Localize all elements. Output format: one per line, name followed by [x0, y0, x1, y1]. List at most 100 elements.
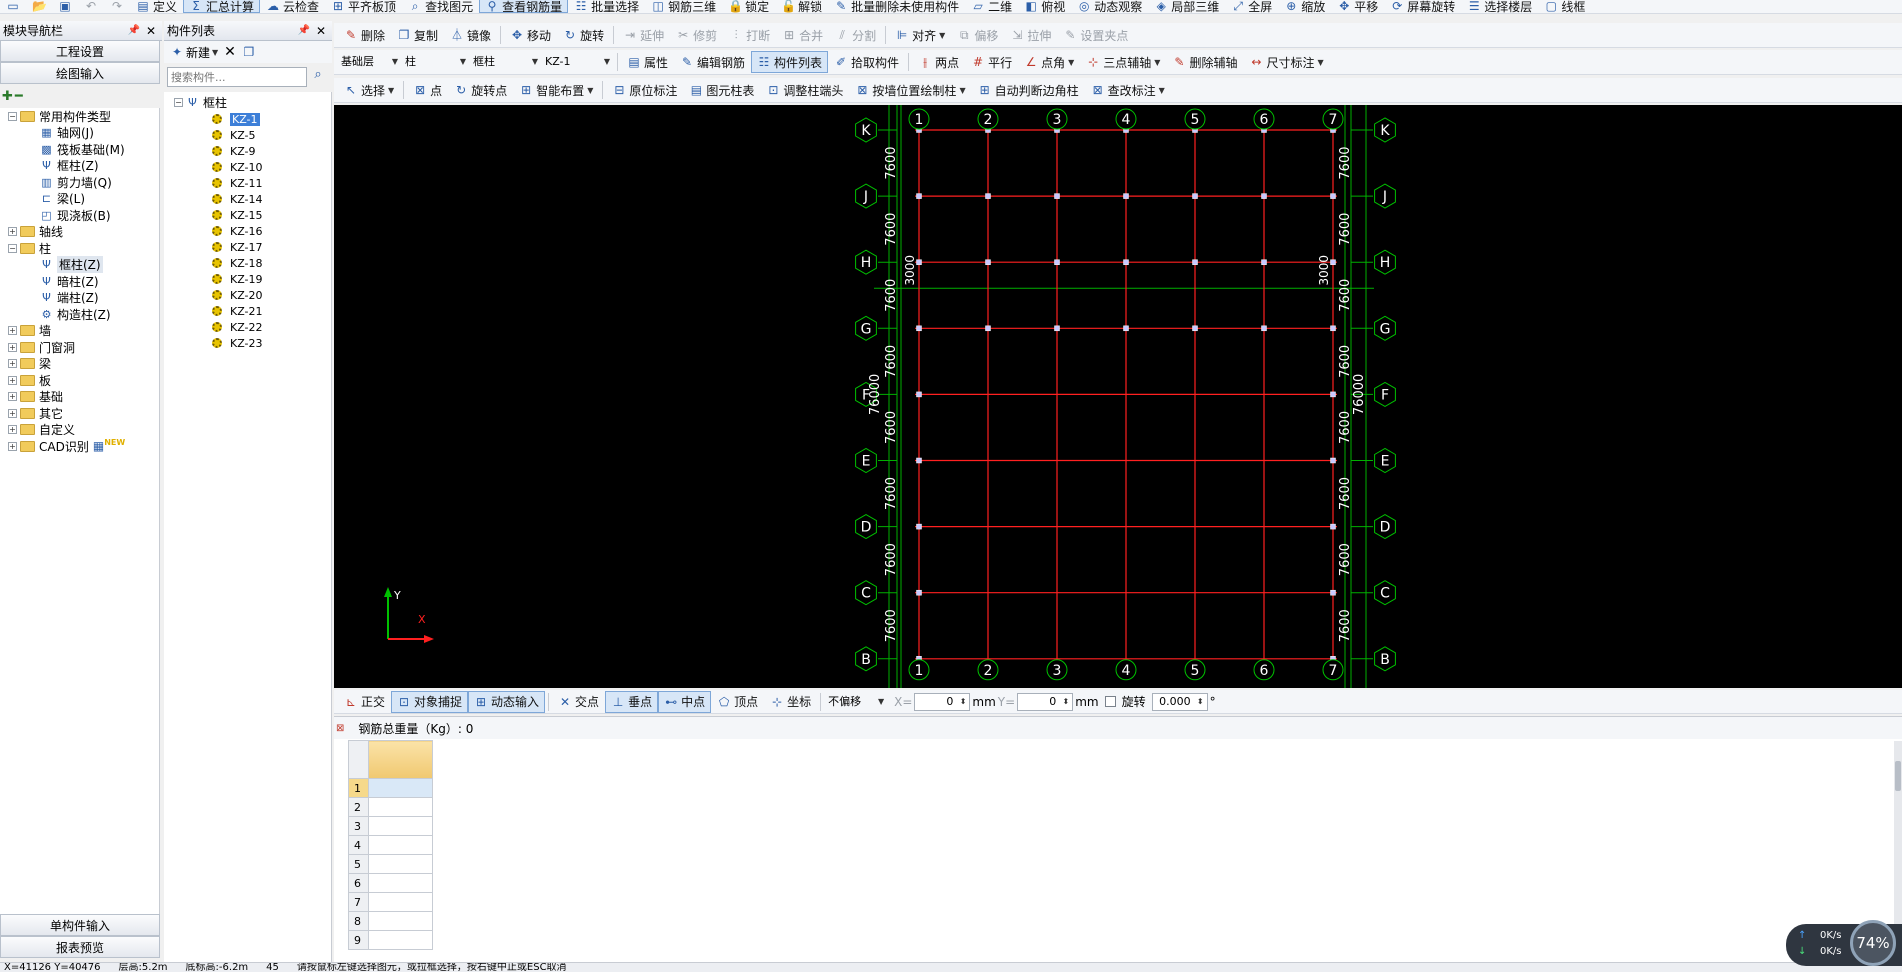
- component-item[interactable]: KZ-17: [212, 239, 263, 255]
- toolbar-button-find[interactable]: ⌕ 查找图元: [402, 0, 479, 13]
- tree-folder[interactable]: + 梁: [8, 356, 51, 372]
- edit-button[interactable]: ⊫ 对齐 ▼: [889, 24, 951, 46]
- tree-item[interactable]: Ψ 框柱(Z): [40, 158, 98, 174]
- edit-button[interactable]: ✎ 设置夹点: [1057, 24, 1134, 46]
- grid-row[interactable]: 7: [348, 892, 433, 912]
- draw-button[interactable]: ⊠ 点: [407, 79, 448, 101]
- floor-select[interactable]: 基础层 ▼: [338, 53, 402, 71]
- delete-component-icon[interactable]: ✕: [224, 44, 236, 60]
- pin-icon[interactable]: 📌: [298, 25, 310, 36]
- tree-folder[interactable]: − 柱: [8, 240, 51, 256]
- report-preview-button[interactable]: 报表预览: [0, 936, 160, 958]
- drawing-canvas[interactable]: Y X 1 1 2 2 3 3 4 4 5 5 6 6 7 7 K K J J H H G G F F E E D D C C B B 7600…: [334, 105, 1902, 688]
- tree-item[interactable]: ▦ 轴网(J): [40, 125, 94, 141]
- open-icon[interactable]: 📂: [26, 0, 52, 13]
- snap-button[interactable]: ✕ 交点: [552, 691, 605, 713]
- collapse-icon[interactable]: −: [174, 97, 183, 107]
- grid-cell[interactable]: [368, 892, 433, 912]
- grid-row[interactable]: 3: [348, 816, 433, 836]
- property-button[interactable]: ☷ 构件列表: [751, 51, 829, 73]
- toolbar-button-screen-rotate[interactable]: ⟳ 屏幕旋转: [1384, 0, 1461, 13]
- edit-button[interactable]: ↻ 旋转: [557, 24, 610, 46]
- snap-button[interactable]: ⊹ 坐标: [764, 691, 817, 713]
- grid-cell[interactable]: [368, 778, 433, 798]
- expand-icon[interactable]: +: [8, 227, 17, 236]
- expand-icon[interactable]: +: [8, 425, 17, 434]
- toolbar-button-fullscreen[interactable]: ⤢ 全屏: [1225, 0, 1278, 13]
- component-item[interactable]: KZ-19: [212, 271, 263, 287]
- tree-item[interactable]: ⚙ 构造柱(Z): [40, 306, 111, 322]
- component-item[interactable]: KZ-10: [212, 159, 263, 175]
- grid-row[interactable]: 9: [348, 930, 433, 950]
- toolbar-button-view-rebar[interactable]: ⚲ 查看钢筋量: [479, 0, 569, 13]
- draw-button[interactable]: ⊞ 自动判断边角柱: [972, 79, 1085, 101]
- cad-drawing[interactable]: Y X 11223344556677K KJ JH HG GF FE ED DC CB B7600…: [334, 105, 1902, 688]
- toolbar-button-orbit[interactable]: ◎ 动态观察: [1071, 0, 1148, 13]
- single-component-input-button[interactable]: 单构件输入: [0, 914, 160, 936]
- expand-icon[interactable]: +: [8, 392, 17, 401]
- component-item[interactable]: KZ-15: [212, 207, 263, 223]
- component-item[interactable]: KZ-1: [212, 111, 260, 127]
- component-item[interactable]: KZ-11: [212, 175, 263, 191]
- property-button[interactable]: ∠ 点角 ▼: [1018, 51, 1080, 73]
- grid-cell[interactable]: [368, 854, 433, 874]
- toolbar-button-batch-select[interactable]: ☷ 批量选择: [568, 0, 645, 13]
- draw-button[interactable]: ⊠ 按墙位置绘制柱 ▼: [849, 79, 971, 101]
- tree-item[interactable]: ⊏ 梁(L): [40, 191, 85, 207]
- draw-button[interactable]: ↖ 选择 ▼: [338, 79, 400, 101]
- drawing-input-button[interactable]: 绘图输入: [0, 62, 160, 84]
- edit-button[interactable]: ⫽ 分割: [829, 24, 882, 46]
- toolbar-button-align-slab[interactable]: ⊞ 平齐板顶: [325, 0, 402, 13]
- toolbar-button-define[interactable]: ▤ 定义: [130, 0, 183, 13]
- component-item[interactable]: KZ-9: [212, 143, 256, 159]
- tree-folder[interactable]: + 门窗洞: [8, 339, 75, 355]
- tree-item[interactable]: Ψ 端柱(Z): [40, 290, 98, 306]
- undo-icon[interactable]: ↶: [78, 0, 104, 13]
- edit-button[interactable]: ⇥ 延伸: [617, 24, 670, 46]
- property-button[interactable]: ▤ 属性: [621, 51, 674, 73]
- draw-button[interactable]: ↻ 旋转点: [448, 79, 513, 101]
- toolbar-button-2d[interactable]: ▱ 二维: [965, 0, 1018, 13]
- grid-cell[interactable]: [368, 911, 433, 931]
- pin-icon[interactable]: 📌: [128, 25, 140, 36]
- snap-button[interactable]: ⬠ 顶点: [711, 691, 764, 713]
- component-item[interactable]: KZ-5: [212, 127, 256, 143]
- toolbar-button-sum[interactable]: Σ 汇总计算: [183, 0, 261, 13]
- tree-folder[interactable]: + 墙: [8, 323, 51, 339]
- tree-folder[interactable]: + 轴线: [8, 224, 63, 240]
- tree-folder[interactable]: + 基础: [8, 389, 63, 405]
- search-icon[interactable]: ⌕: [307, 67, 329, 87]
- snap-button[interactable]: ⊾ 正交: [338, 691, 391, 713]
- tree-item[interactable]: ◰ 现浇板(B): [40, 207, 110, 223]
- property-button[interactable]: # 平行: [965, 51, 1018, 73]
- grid-header-cell[interactable]: [368, 740, 433, 779]
- tree-item[interactable]: Ψ 框柱(Z): [40, 256, 103, 273]
- component-item[interactable]: KZ-22: [212, 319, 263, 335]
- tree-folder[interactable]: + CAD识别 ▦ NEW: [8, 438, 125, 454]
- tree-item[interactable]: ▩ 筏板基础(M): [40, 141, 124, 157]
- component-item[interactable]: KZ-20: [212, 287, 263, 303]
- save-icon[interactable]: ▣: [52, 0, 78, 13]
- collapse-all-icon[interactable]: ━: [15, 89, 23, 104]
- collapse-icon[interactable]: −: [8, 243, 17, 253]
- edit-button[interactable]: ⇲ 拉伸: [1004, 24, 1057, 46]
- expand-icon[interactable]: +: [8, 326, 17, 335]
- expand-icon[interactable]: +: [8, 342, 17, 352]
- copy-component-icon[interactable]: ❐: [242, 45, 256, 59]
- snap-button[interactable]: ⊡ 对象捕捉: [391, 690, 469, 713]
- grid-cell[interactable]: [368, 930, 433, 950]
- draw-button[interactable]: ⊠ 查改标注 ▼: [1085, 79, 1171, 101]
- expand-icon[interactable]: +: [8, 359, 17, 368]
- property-button[interactable]: ✎ 编辑钢筋: [674, 51, 751, 73]
- expand-icon[interactable]: +: [8, 375, 17, 385]
- toolbar-button-lock[interactable]: 🔒 锁定: [722, 0, 775, 13]
- snap-button[interactable]: ⊷ 中点: [658, 690, 712, 713]
- rotate-checkbox[interactable]: [1104, 696, 1116, 707]
- edit-button[interactable]: ❐ 复制: [391, 24, 444, 46]
- grid-cell[interactable]: [368, 835, 433, 855]
- property-button[interactable]: ✐ 拾取构件: [828, 51, 905, 73]
- snap-button[interactable]: ⊞ 动态输入: [468, 690, 546, 713]
- panel-close-icon[interactable]: ⊠: [336, 723, 344, 734]
- tree-folder[interactable]: + 自定义: [8, 422, 75, 438]
- expand-icon[interactable]: +: [8, 408, 17, 418]
